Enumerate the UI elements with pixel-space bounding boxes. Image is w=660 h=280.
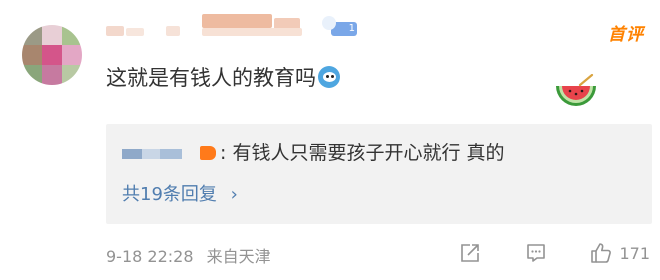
- comment-body: 这就是有钱人的教育吗: [106, 66, 316, 90]
- comment-meta: 9-18 22:28 来自天津: [106, 243, 279, 267]
- like-count: 171: [619, 243, 650, 263]
- avatar[interactable]: [22, 25, 82, 85]
- comment-text: 这就是有钱人的教育吗: [106, 62, 340, 92]
- chevron-right-icon: ›: [230, 184, 238, 205]
- comment-button[interactable]: [525, 242, 547, 264]
- share-button[interactable]: [459, 242, 481, 264]
- reply-separator: :: [220, 142, 227, 164]
- reply-preview-line: : 有钱人只需要孩子开心就行 真的: [122, 138, 505, 165]
- comment-icon: [527, 244, 546, 262]
- level-number: 1: [348, 23, 355, 34]
- user-level-badge: 1: [322, 16, 357, 36]
- doraemon-emoji-icon: [318, 66, 340, 88]
- reply-preview-box[interactable]: : 有钱人只需要孩子开心就行 真的 共19条回复 ›: [106, 124, 652, 224]
- comment-actions: 171: [459, 240, 650, 266]
- view-all-replies-link[interactable]: 共19条回复 ›: [122, 180, 238, 206]
- watermelon-sticker-icon: [556, 74, 596, 106]
- comment-date: 9-18 22:28: [106, 247, 194, 266]
- reply-count-label: 共19条回复: [122, 184, 217, 205]
- share-icon: [461, 244, 480, 262]
- first-comment-tag: 首评: [608, 25, 644, 45]
- reply-username-blurred[interactable]: [122, 148, 142, 159]
- reply-text: 有钱人只需要孩子开心就行 真的: [232, 142, 505, 164]
- comment-source: 来自天津: [206, 247, 271, 266]
- like-button[interactable]: 171: [589, 241, 650, 265]
- like-icon: [591, 243, 612, 263]
- orange-flag-icon: [200, 146, 216, 160]
